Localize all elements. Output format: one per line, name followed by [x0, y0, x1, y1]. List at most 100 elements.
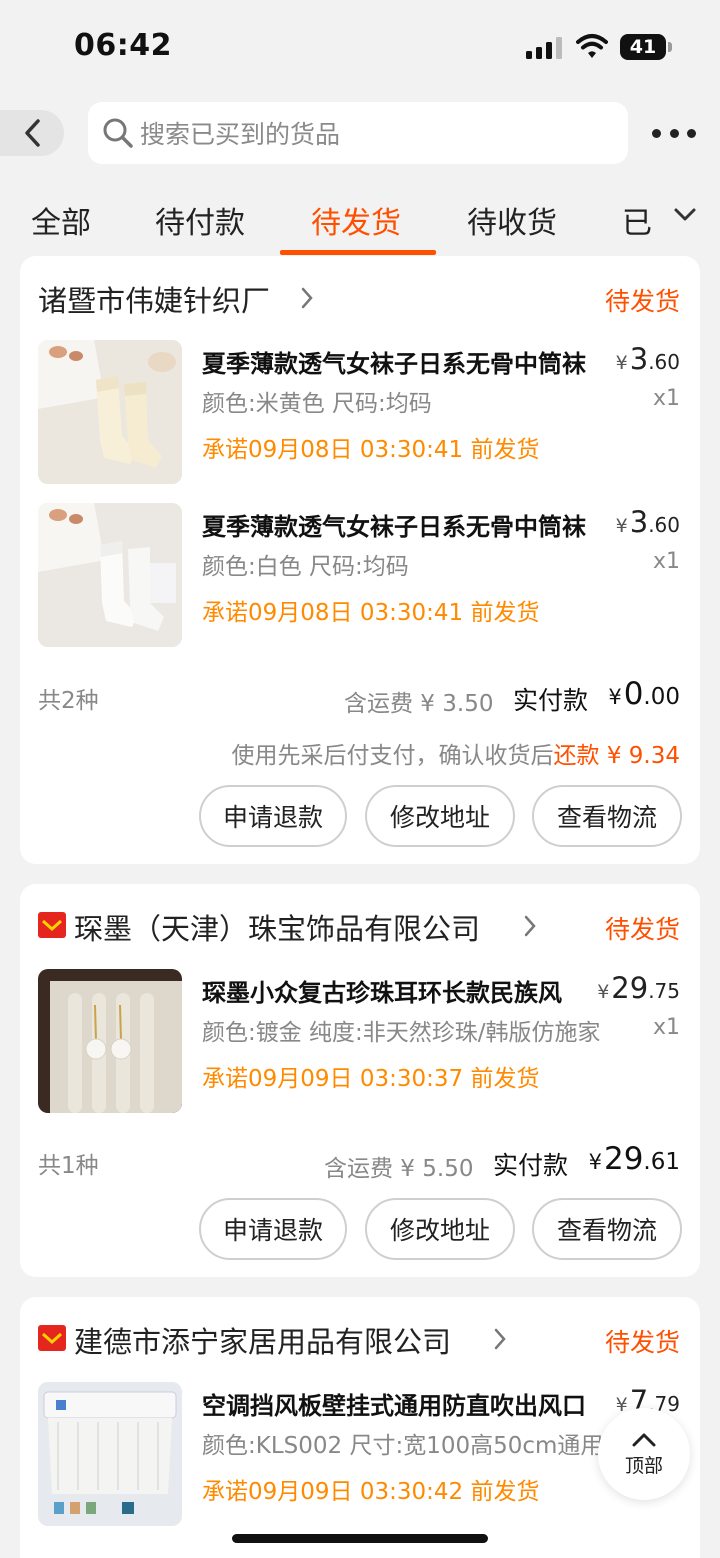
- product-title[interactable]: 夏季薄款透气女袜子日系无骨中筒袜: [202, 507, 586, 542]
- shop-header[interactable]: 建德市添宁家居用品有限公司 待发货: [20, 1297, 700, 1377]
- wifi-icon: [576, 34, 608, 58]
- pay-later-text: 使用先采后付支付，确认收货后: [231, 743, 554, 769]
- shop-logo-icon: [38, 912, 66, 938]
- back-button[interactable]: [0, 110, 64, 156]
- status-time: 06:42: [74, 28, 172, 63]
- paid-amount: ¥29.61: [589, 1141, 680, 1177]
- item-count: 共2种: [38, 688, 99, 714]
- item-quantity: x1: [652, 1015, 680, 1040]
- back-to-top-button[interactable]: 顶部: [598, 1408, 690, 1500]
- item-count: 共1种: [38, 1153, 99, 1179]
- search-input[interactable]: 搜索已买到的货品: [88, 102, 628, 164]
- product-title[interactable]: 琛墨小众复古珍珠耳环长款民族风: [202, 973, 586, 1008]
- tab-completed[interactable]: 已: [622, 198, 652, 242]
- price-integer: 3: [629, 505, 649, 539]
- tab-pending-payment[interactable]: 待付款: [155, 198, 245, 242]
- order-status: 待发货: [604, 287, 680, 316]
- tab-all[interactable]: 全部: [31, 198, 91, 242]
- freight-info: 含运费 ¥ 5.50: [324, 1156, 474, 1182]
- home-indicator: [232, 1534, 488, 1543]
- item-quantity: x1: [652, 549, 680, 574]
- status-bar: 06:42 41: [0, 0, 720, 100]
- item-price: ¥29.75: [597, 971, 680, 1005]
- chevron-right-icon: [301, 287, 313, 309]
- track-shipment-button[interactable]: 查看物流: [532, 1198, 682, 1260]
- shipping-promise: 承诺09月09日 03:30:37 前发货: [202, 1066, 540, 1092]
- product-title[interactable]: 夏季薄款透气女袜子日系无骨中筒袜: [202, 344, 586, 379]
- track-shipment-button[interactable]: 查看物流: [532, 785, 682, 847]
- shop-name[interactable]: 诸暨市伟婕针织厂: [38, 278, 270, 320]
- product-spec: 颜色:米黄色 尺码:均码: [202, 391, 432, 417]
- order-item[interactable]: 夏季薄款透气女袜子日系无骨中筒袜 ¥3.60 颜色:白色 尺码:均码 x1 承诺…: [20, 503, 700, 653]
- repay-amount: 还款 ¥ 9.34: [553, 743, 680, 769]
- order-card: 建德市添宁家居用品有限公司 待发货 空调挡风板壁挂式通用防直吹出风口 ¥7.79…: [20, 1297, 700, 1558]
- paid-decimal: .61: [643, 1149, 680, 1175]
- shipping-promise: 承诺09月08日 03:30:41 前发货: [202, 437, 540, 463]
- battery-icon: 41: [620, 34, 672, 60]
- currency-symbol: ¥: [597, 981, 610, 1003]
- price-decimal: .60: [648, 350, 680, 374]
- item-price: ¥3.60: [616, 342, 680, 376]
- paid-integer: 29: [603, 1141, 644, 1177]
- product-spec: 颜色:白色 尺码:均码: [202, 554, 409, 580]
- product-image[interactable]: [38, 340, 182, 484]
- shipping-promise: 承诺09月08日 03:30:41 前发货: [202, 600, 540, 626]
- chevron-up-icon: [632, 1433, 656, 1446]
- currency-symbol: ¥: [615, 515, 628, 537]
- order-item[interactable]: 夏季薄款透气女袜子日系无骨中筒袜 ¥3.60 颜色:米黄色 尺码:均码 x1 承…: [20, 340, 700, 490]
- shipping-promise: 承诺09月09日 03:30:42 前发货: [202, 1479, 540, 1505]
- chevron-right-icon: [524, 915, 536, 937]
- search-icon: [102, 117, 134, 149]
- order-tabs: 全部 待付款 待发货 待收货 已: [0, 186, 720, 256]
- product-image[interactable]: [38, 503, 182, 647]
- search-row: 搜索已买到的货品: [0, 100, 720, 166]
- price-integer: 3: [629, 342, 649, 376]
- active-tab-indicator: [280, 250, 436, 255]
- price-decimal: .60: [648, 513, 680, 537]
- chevron-left-icon: [25, 119, 40, 147]
- currency-symbol: ¥: [615, 352, 628, 374]
- refund-button[interactable]: 申请退款: [199, 1198, 347, 1260]
- order-item[interactable]: 琛墨小众复古珍珠耳环长款民族风 ¥29.75 颜色:镀金 纯度:非天然珍珠/韩版…: [20, 969, 700, 1119]
- more-options-icon[interactable]: [652, 120, 696, 146]
- shop-name[interactable]: 建德市添宁家居用品有限公司: [74, 1319, 451, 1361]
- shop-name[interactable]: 琛墨（天津）珠宝饰品有限公司: [74, 906, 480, 948]
- paid-integer: 0: [623, 676, 644, 712]
- tab-pending-receipt[interactable]: 待收货: [467, 198, 557, 242]
- item-quantity: x1: [652, 386, 680, 411]
- chevron-down-icon[interactable]: [672, 206, 698, 224]
- order-status: 待发货: [604, 1328, 680, 1357]
- pay-later-notice: 使用先采后付支付，确认收货后还款 ¥ 9.34: [232, 736, 680, 770]
- paid-amount: ¥0.00: [608, 676, 680, 712]
- battery-tip: [668, 42, 672, 52]
- paid-label: 实付款: [513, 686, 589, 715]
- currency-symbol: ¥: [588, 1150, 602, 1174]
- signal-icon: [526, 37, 562, 59]
- order-status: 待发货: [604, 915, 680, 944]
- shop-logo-icon: [38, 1325, 66, 1351]
- product-image[interactable]: [38, 1382, 182, 1526]
- product-spec: 颜色:KLS002 尺寸:宽100高50cm通用: [202, 1433, 604, 1459]
- price-integer: 29: [611, 971, 649, 1005]
- search-placeholder: 搜索已买到的货品: [140, 120, 341, 149]
- tab-pending-shipment[interactable]: 待发货: [311, 198, 401, 242]
- refund-button[interactable]: 申请退款: [199, 785, 347, 847]
- battery-level: 41: [620, 34, 666, 60]
- item-price: ¥3.60: [616, 505, 680, 539]
- chevron-right-icon: [494, 1328, 506, 1350]
- shop-header[interactable]: 琛墨（天津）珠宝饰品有限公司 待发货: [20, 884, 700, 964]
- currency-symbol: ¥: [608, 685, 622, 709]
- order-card: 诸暨市伟婕针织厂 待发货 夏季薄款透气女袜子日系无骨中筒袜 ¥3.60 颜色:米…: [20, 256, 700, 864]
- shop-header[interactable]: 诸暨市伟婕针织厂 待发货: [20, 256, 700, 336]
- paid-label: 实付款: [493, 1151, 569, 1180]
- back-to-top-label: 顶部: [624, 1454, 663, 1477]
- order-card: 琛墨（天津）珠宝饰品有限公司 待发货 琛墨小众复古珍珠耳环长款民族风 ¥29.7…: [20, 884, 700, 1277]
- modify-address-button[interactable]: 修改地址: [365, 1198, 515, 1260]
- price-decimal: .75: [648, 979, 680, 1003]
- modify-address-button[interactable]: 修改地址: [365, 785, 515, 847]
- paid-decimal: .00: [643, 684, 680, 710]
- product-title[interactable]: 空调挡风板壁挂式通用防直吹出风口: [202, 1386, 586, 1421]
- product-spec: 颜色:镀金 纯度:非天然珍珠/韩版仿施家: [202, 1020, 601, 1046]
- freight-info: 含运费 ¥ 3.50: [344, 691, 494, 717]
- product-image[interactable]: [38, 969, 182, 1113]
